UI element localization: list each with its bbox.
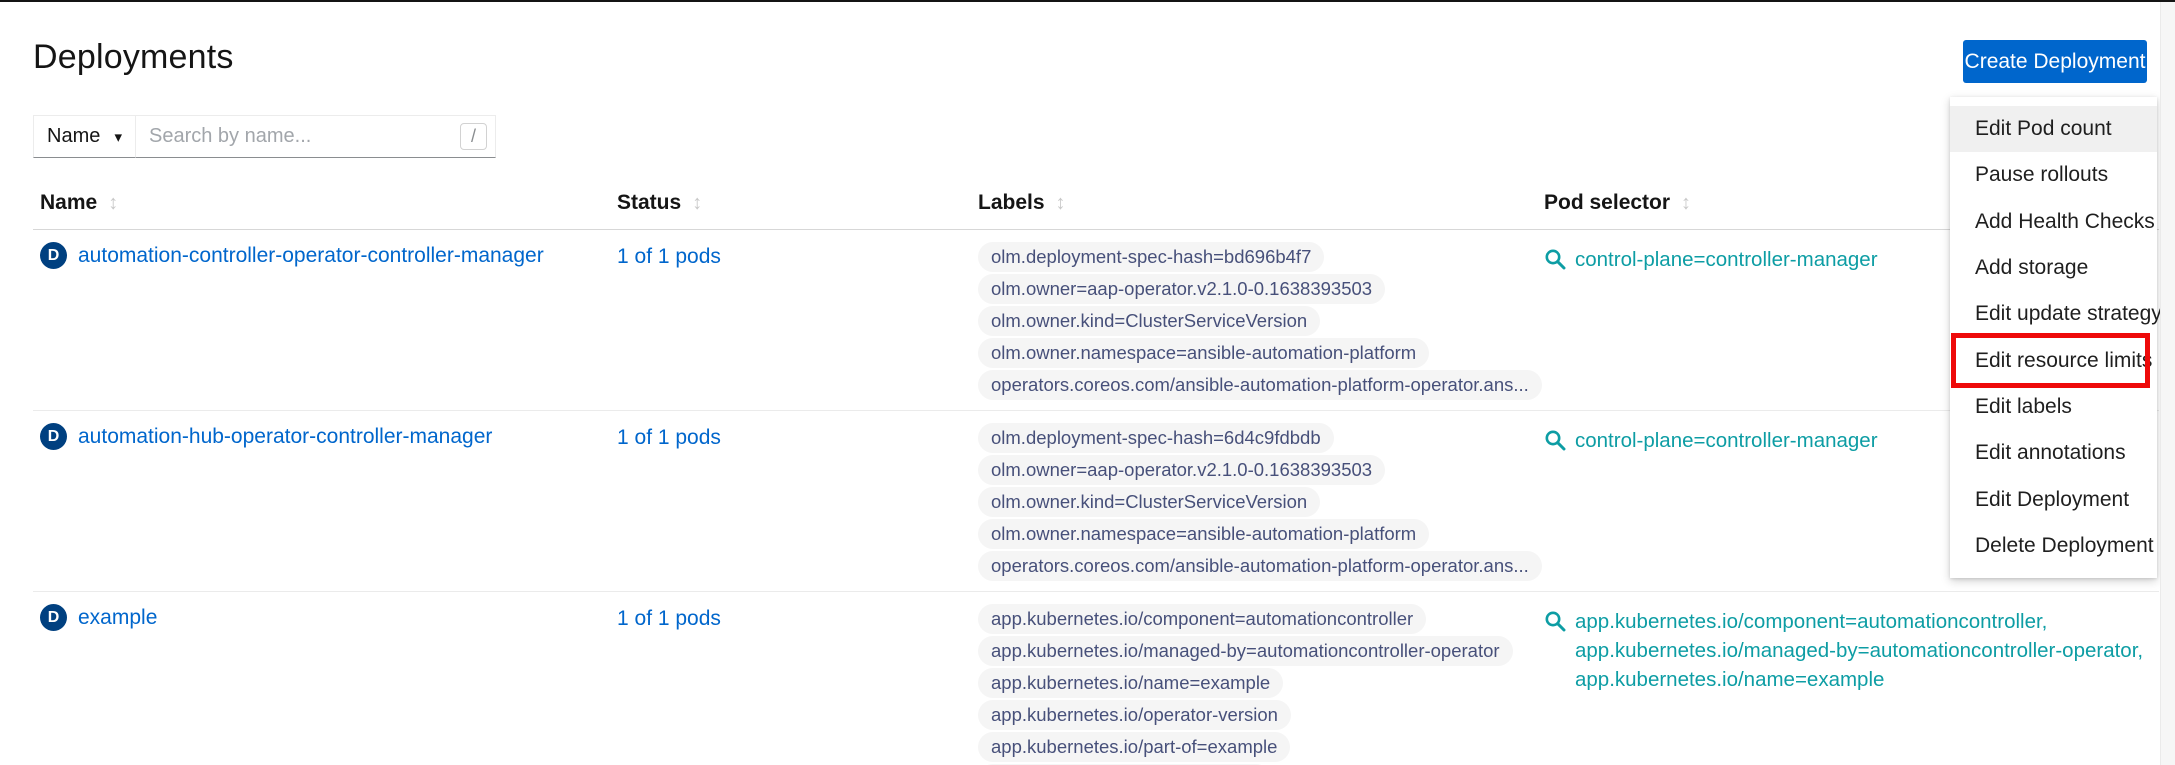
pod-selector-text: control-plane=controller-manager: [1575, 245, 1878, 274]
actions-dropdown-menu: Edit Pod countPause rolloutsAdd Health C…: [1950, 97, 2157, 578]
menu-item-edit-pod-count[interactable]: Edit Pod count: [1950, 106, 2157, 152]
label-chip: app.kubernetes.io/managed-by=automationc…: [978, 636, 1513, 666]
pod-selector-text: app.kubernetes.io/component=automationco…: [1575, 607, 2143, 694]
pod-selector-line: control-plane=controller-manager: [1575, 245, 1878, 274]
pod-selector-line: control-plane=controller-manager: [1575, 426, 1878, 455]
deployment-name-link[interactable]: automation-hub-operator-controller-manag…: [78, 425, 492, 449]
sort-icon[interactable]: ↕: [1056, 192, 1066, 215]
label-chip: app.kubernetes.io/component=automationco…: [978, 604, 1426, 634]
vertical-scrollbar[interactable]: [2160, 2, 2175, 765]
labels-cell: app.kubernetes.io/component=automationco…: [978, 604, 1544, 765]
label-chip: olm.deployment-spec-hash=bd696b4f7: [978, 242, 1324, 272]
label-chip: olm.deployment-spec-hash=6d4c9fdbdb: [978, 423, 1334, 453]
pod-selector-line: app.kubernetes.io/name=example: [1575, 665, 2143, 694]
table-body: Dautomation-controller-operator-controll…: [33, 230, 2159, 765]
search-input[interactable]: [149, 125, 460, 148]
deployments-page: Deployments Create Deployment Name ▾ / N…: [0, 0, 2175, 765]
label-chip: app.kubernetes.io/operator-version: [978, 700, 1291, 730]
labels-cell: olm.deployment-spec-hash=bd696b4f7olm.ow…: [978, 242, 1544, 400]
label-chip: olm.owner.namespace=ansible-automation-p…: [978, 338, 1429, 368]
pods-status-link[interactable]: 1 of 1 pods: [617, 607, 721, 630]
sort-icon[interactable]: ↕: [1681, 192, 1691, 215]
table-row: Dautomation-hub-operator-controller-mana…: [33, 411, 2159, 592]
label-chip: olm.owner.kind=ClusterServiceVersion: [978, 306, 1320, 336]
pod-selector-text: control-plane=controller-manager: [1575, 426, 1878, 455]
pods-status-link[interactable]: 1 of 1 pods: [617, 426, 721, 449]
deployment-kind-badge: D: [40, 604, 67, 631]
label-chip: olm.owner=aap-operator.v2.1.0-0.16383935…: [978, 274, 1385, 304]
pod-selector-line: app.kubernetes.io/component=automationco…: [1575, 607, 2143, 636]
labels-cell: olm.deployment-spec-hash=6d4c9fdbdbolm.o…: [978, 423, 1544, 581]
deployment-name-cell: Dautomation-controller-operator-controll…: [40, 242, 617, 269]
create-deployment-button[interactable]: Create Deployment: [1963, 40, 2147, 83]
menu-item-add-storage[interactable]: Add storage: [1950, 245, 2157, 291]
column-header-status: Status ↕: [617, 191, 978, 215]
column-header-name: Name ↕: [40, 191, 617, 215]
page-title: Deployments: [33, 38, 234, 77]
label-chip: olm.owner.namespace=ansible-automation-p…: [978, 519, 1429, 549]
deployment-name-link[interactable]: example: [78, 606, 157, 630]
search-icon: [1544, 248, 1566, 270]
menu-item-edit-labels[interactable]: Edit labels: [1950, 384, 2157, 430]
table-header-row: Name ↕ Status ↕ Labels ↕ Pod selector ↕: [33, 191, 2159, 230]
column-header-labels: Labels ↕: [978, 191, 1544, 215]
status-cell: 1 of 1 pods: [617, 423, 978, 450]
deployment-kind-badge: D: [40, 423, 67, 450]
filter-type-label: Name: [47, 125, 100, 148]
column-header-label: Labels: [978, 191, 1045, 215]
search-icon: [1544, 429, 1566, 451]
search-icon: [1544, 610, 1566, 632]
deployment-name-cell: Dautomation-hub-operator-controller-mana…: [40, 423, 617, 450]
menu-item-edit-deployment[interactable]: Edit Deployment: [1950, 476, 2157, 522]
keyboard-shortcut-badge: /: [460, 123, 487, 150]
filter-toolbar: Name ▾ /: [33, 115, 496, 158]
deployment-name-cell: Dexample: [40, 604, 617, 631]
search-box[interactable]: /: [136, 115, 496, 158]
filter-type-dropdown[interactable]: Name ▾: [33, 115, 136, 158]
menu-item-pause-rollouts[interactable]: Pause rollouts: [1950, 152, 2157, 198]
pod-selector-line: app.kubernetes.io/managed-by=automationc…: [1575, 636, 2143, 665]
label-chip: operators.coreos.com/ansible-automation-…: [978, 551, 1542, 581]
chevron-down-icon: ▾: [114, 128, 122, 146]
status-cell: 1 of 1 pods: [617, 242, 978, 269]
pods-status-link[interactable]: 1 of 1 pods: [617, 245, 721, 268]
menu-item-delete-deployment[interactable]: Delete Deployment: [1950, 523, 2157, 569]
column-header-label: Name: [40, 191, 97, 215]
label-chip: app.kubernetes.io/name=example: [978, 668, 1283, 698]
menu-item-edit-resource-limits[interactable]: Edit resource limits: [1950, 337, 2157, 383]
menu-item-add-health-checks[interactable]: Add Health Checks: [1950, 199, 2157, 245]
label-chip: olm.owner=aap-operator.v2.1.0-0.16383935…: [978, 455, 1385, 485]
deployment-kind-badge: D: [40, 242, 67, 269]
menu-item-edit-annotations[interactable]: Edit annotations: [1950, 430, 2157, 476]
pod-selector-link[interactable]: app.kubernetes.io/component=automationco…: [1544, 604, 2143, 694]
sort-icon[interactable]: ↕: [692, 192, 702, 215]
deployments-table: Name ↕ Status ↕ Labels ↕ Pod selector ↕ Dautoma…: [33, 191, 2159, 765]
column-header-label: Status: [617, 191, 681, 215]
column-header-label: Pod selector: [1544, 191, 1670, 215]
table-row: Dexample1 of 1 podsapp.kubernetes.io/com…: [33, 592, 2159, 765]
status-cell: 1 of 1 pods: [617, 604, 978, 631]
table-row: Dautomation-controller-operator-controll…: [33, 230, 2159, 411]
label-chip: operators.coreos.com/ansible-automation-…: [978, 370, 1542, 400]
label-chip: app.kubernetes.io/part-of=example: [978, 732, 1290, 762]
label-chip: olm.owner.kind=ClusterServiceVersion: [978, 487, 1320, 517]
deployment-name-link[interactable]: automation-controller-operator-controlle…: [78, 244, 544, 268]
sort-icon[interactable]: ↕: [108, 192, 118, 215]
menu-item-edit-update-strategy[interactable]: Edit update strategy: [1950, 291, 2157, 337]
